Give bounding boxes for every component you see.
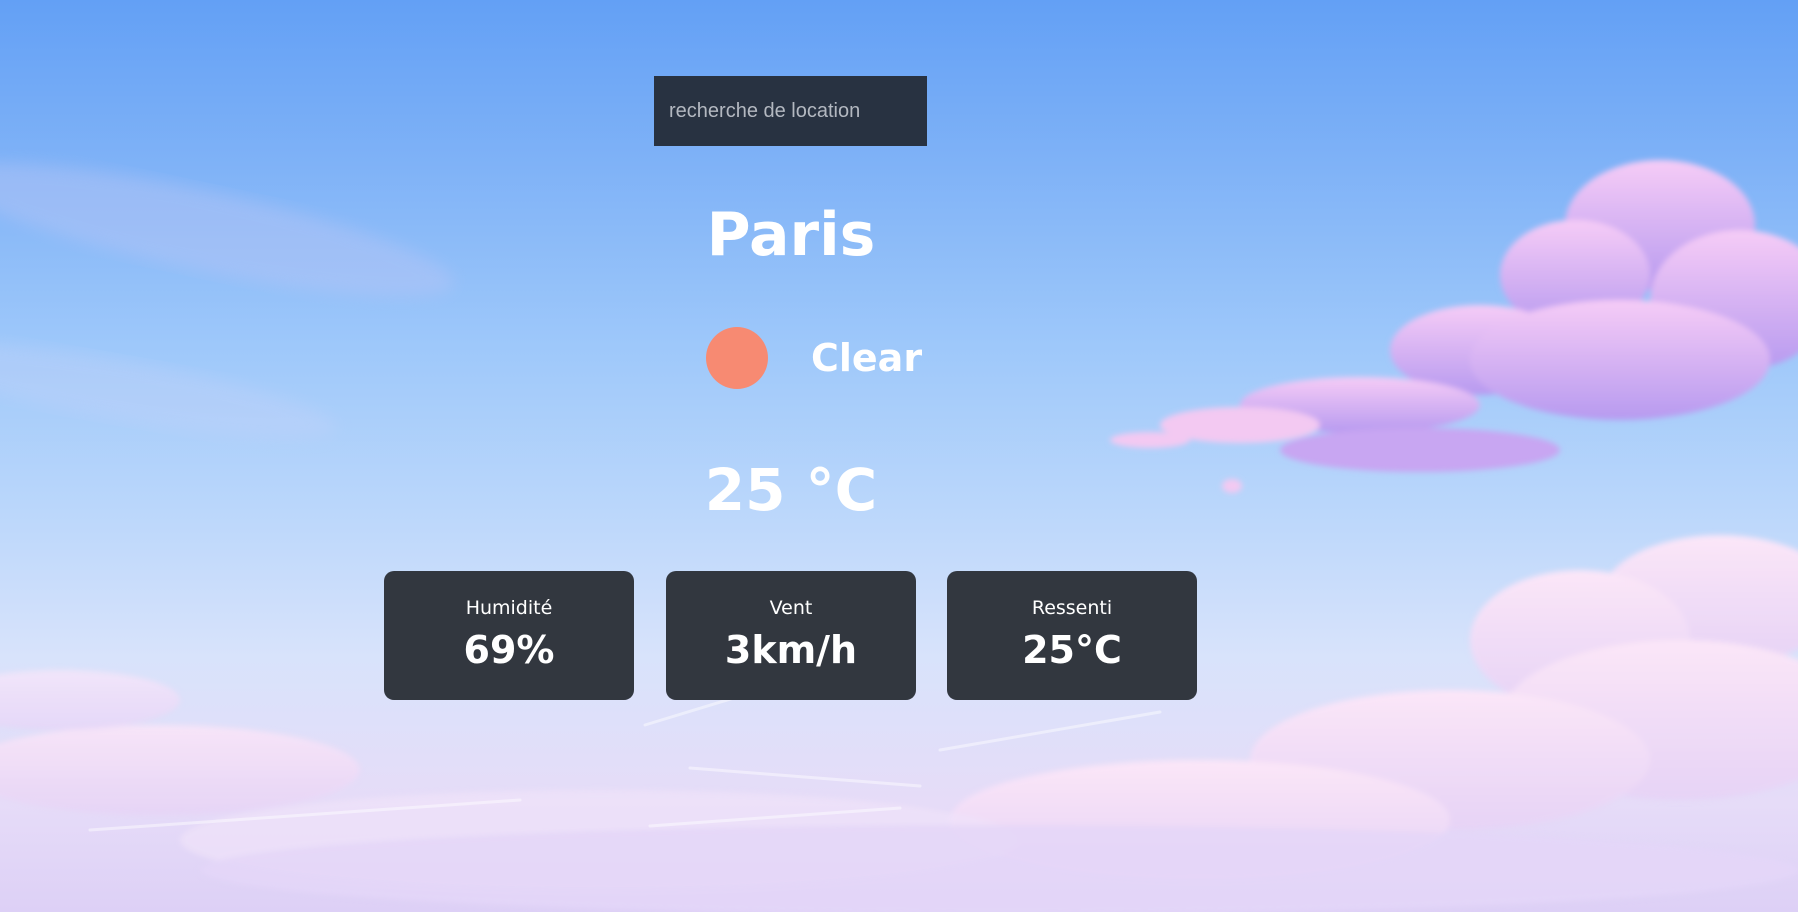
wind-card: Vent 3km/h xyxy=(666,571,916,700)
stats-cards: Humidité 69% Vent 3km/h Ressenti 25°C xyxy=(384,571,1197,700)
temperature-display: 25 °C xyxy=(704,456,878,524)
pink-cloud xyxy=(1110,160,1798,493)
feels-like-card: Ressenti 25°C xyxy=(947,571,1197,700)
city-name: Paris xyxy=(706,200,876,270)
location-search-input[interactable] xyxy=(654,76,927,146)
wind-value: 3km/h xyxy=(724,628,858,672)
weather-condition: Clear xyxy=(599,327,983,391)
feels-like-value: 25°C xyxy=(1022,628,1122,672)
humidity-card: Humidité 69% xyxy=(384,571,634,700)
humidity-value: 69% xyxy=(463,628,555,672)
wind-label: Vent xyxy=(769,597,813,619)
feels-like-label: Ressenti xyxy=(1031,597,1113,619)
sun-icon xyxy=(706,327,768,389)
humidity-label: Humidité xyxy=(465,597,553,619)
condition-label: Clear xyxy=(811,336,923,380)
